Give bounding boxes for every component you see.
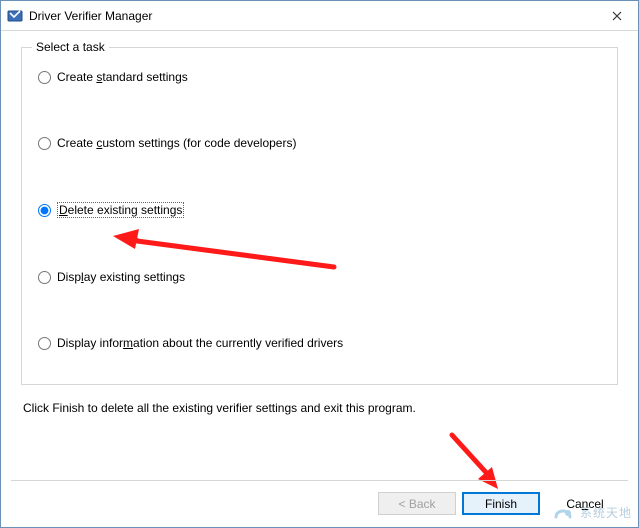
radio-delete-existing[interactable]: Delete existing settings [38, 202, 601, 218]
app-icon [7, 8, 23, 24]
titlebar: Driver Verifier Manager [1, 1, 638, 31]
radio-display-info-input[interactable] [38, 337, 51, 350]
annotation-arrow-icon [440, 431, 510, 491]
window-title: Driver Verifier Manager [29, 9, 604, 23]
radio-create-standard-label: Create standard settings [57, 70, 188, 84]
hint-text: Click Finish to delete all the existing … [23, 401, 616, 415]
radio-display-existing-label: Display existing settings [57, 270, 185, 284]
close-button[interactable] [604, 3, 630, 29]
radio-create-custom-input[interactable] [38, 137, 51, 150]
radio-create-custom[interactable]: Create custom settings (for code develop… [38, 136, 601, 150]
radio-display-existing-input[interactable] [38, 271, 51, 284]
back-button: < Back [378, 492, 456, 515]
radio-create-standard[interactable]: Create standard settings [38, 70, 601, 84]
finish-button[interactable]: Finish [462, 492, 540, 515]
window: Driver Verifier Manager Select a task Cr… [0, 0, 639, 528]
close-icon [612, 11, 622, 21]
task-groupbox: Select a task Create standard settings C… [21, 47, 618, 385]
radio-create-standard-input[interactable] [38, 71, 51, 84]
radio-display-info[interactable]: Display information about the currently … [38, 336, 601, 350]
content-area: Select a task Create standard settings C… [1, 31, 638, 425]
button-row: < Back Finish Cancel [378, 492, 624, 515]
groupbox-legend: Select a task [32, 40, 109, 54]
radio-delete-existing-label: Delete existing settings [57, 202, 184, 218]
radio-create-custom-label: Create custom settings (for code develop… [57, 136, 296, 150]
radio-display-existing[interactable]: Display existing settings [38, 270, 601, 284]
radio-display-info-label: Display information about the currently … [57, 336, 343, 350]
footer-separator [11, 480, 628, 481]
radio-delete-existing-input[interactable] [38, 204, 51, 217]
cancel-button[interactable]: Cancel [546, 492, 624, 515]
